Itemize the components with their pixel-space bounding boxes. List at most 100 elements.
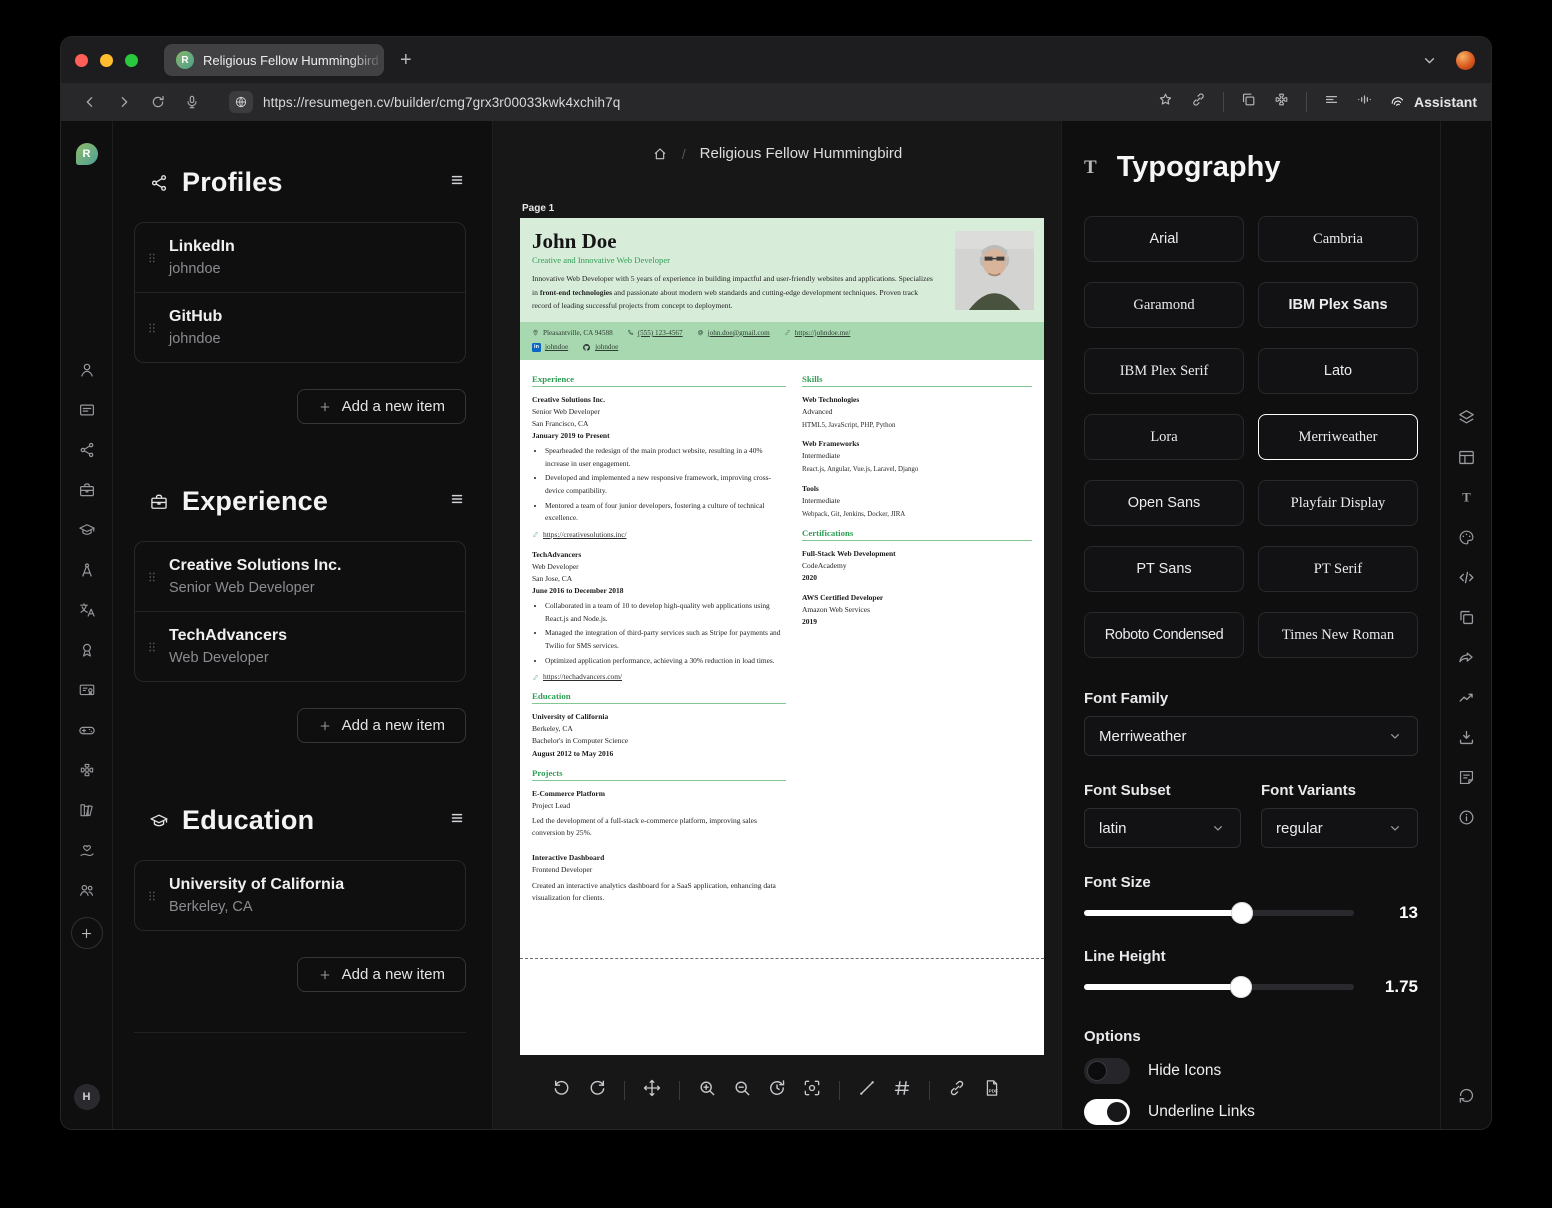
font-option-ibm-plex-serif[interactable]: IBM Plex Serif [1084,348,1244,394]
profiles-icon[interactable] [78,441,96,459]
statistics-icon[interactable] [1457,688,1476,707]
history-icon[interactable] [1457,1086,1476,1105]
user-avatar[interactable]: H [74,1084,100,1110]
contact-email[interactable]: john.doe@gmail.com [697,329,770,337]
font-option-lora[interactable]: Lora [1084,414,1244,460]
maximize-window-button[interactable] [125,54,138,67]
experience-icon[interactable] [78,481,96,499]
contact-linkedin[interactable]: injohndoe [532,343,568,352]
layout-icon[interactable] [1457,448,1476,467]
browser-tab[interactable]: R Religious Fellow Hummingbird [164,44,384,76]
slider-thumb[interactable] [1231,902,1253,924]
summary-icon[interactable] [78,401,96,419]
microphone-icon[interactable] [177,87,207,117]
awards-icon[interactable] [78,641,96,659]
assistant-button[interactable]: Assistant [1389,94,1477,111]
font-option-ibm-plex-sans[interactable]: IBM Plex Sans [1258,282,1418,328]
contact-website[interactable]: https://johndoe.me/ [784,329,851,337]
projects-icon[interactable] [78,761,96,779]
list-item[interactable]: TechAdvancers Web Developer [135,611,465,681]
undo-icon[interactable] [552,1078,572,1103]
section-menu-icon[interactable] [448,809,466,832]
font-size-slider[interactable] [1084,900,1354,926]
download-pdf-icon[interactable] [982,1078,1002,1103]
add-new-item-button[interactable]: Add a new item [297,389,466,424]
reset-zoom-icon[interactable] [767,1078,787,1103]
address-bar[interactable]: https://resumegen.cv/builder/cmg7grx3r00… [263,95,620,110]
certifications-icon[interactable] [78,681,96,699]
forward-icon[interactable] [109,87,139,117]
font-option-playfair-display[interactable]: Playfair Display [1258,480,1418,526]
hide-icons-toggle[interactable] [1084,1058,1130,1084]
page-break-line-icon[interactable] [857,1078,877,1103]
resume-page[interactable]: John Doe Creative and Innovative Web Dev… [520,218,1044,1055]
slider-thumb[interactable] [1230,976,1252,998]
copy-link-icon[interactable] [1190,91,1207,113]
app-logo[interactable]: R [76,143,98,165]
font-subset-select[interactable]: latin [1084,808,1241,848]
resume-link[interactable]: https://techadvancers.com/ [532,671,786,683]
extensions-icon[interactable] [1273,91,1290,113]
reload-icon[interactable] [143,87,173,117]
drag-handle-icon[interactable] [135,640,169,654]
list-item[interactable]: Creative Solutions Inc. Senior Web Devel… [135,542,465,611]
contact-phone[interactable]: (555) 123-4567 [627,329,683,337]
theme-icon[interactable] [1457,528,1476,547]
skills-icon[interactable] [78,561,96,579]
sharing-icon[interactable] [1457,648,1476,667]
font-option-merriweather[interactable]: Merriweather [1258,414,1418,460]
copy-link-icon[interactable] [947,1078,967,1103]
typography-tab-icon[interactable] [1457,488,1476,507]
back-icon[interactable] [75,87,105,117]
reader-mode-icon[interactable] [1323,91,1340,113]
zoom-in-icon[interactable] [697,1078,717,1103]
page-numbers-icon[interactable] [892,1078,912,1103]
font-option-times-new-roman[interactable]: Times New Roman [1258,612,1418,658]
add-new-item-button[interactable]: Add a new item [297,708,466,743]
volunteering-icon[interactable] [78,841,96,859]
tab-list-chevron-icon[interactable] [1421,52,1438,69]
contact-github[interactable]: johndoe [582,343,618,352]
font-option-open-sans[interactable]: Open Sans [1084,480,1244,526]
interests-icon[interactable] [78,721,96,739]
zoom-out-icon[interactable] [732,1078,752,1103]
font-family-select[interactable]: Merriweather [1084,716,1418,756]
information-icon[interactable] [1457,808,1476,827]
font-option-pt-sans[interactable]: PT Sans [1084,546,1244,592]
font-option-garamond[interactable]: Garamond [1084,282,1244,328]
add-new-item-button[interactable]: Add a new item [297,957,466,992]
drag-handle-icon[interactable] [135,889,169,903]
drag-handle-icon[interactable] [135,251,169,265]
drag-handle-icon[interactable] [135,570,169,584]
font-option-lato[interactable]: Lato [1258,348,1418,394]
section-menu-icon[interactable] [448,490,466,513]
browser-profile-avatar[interactable] [1456,51,1475,70]
notes-icon[interactable] [1457,768,1476,787]
minimize-window-button[interactable] [100,54,113,67]
languages-icon[interactable] [78,601,96,619]
section-menu-icon[interactable] [448,171,466,194]
template-icon[interactable] [1457,408,1476,427]
drag-handle-icon[interactable] [135,321,169,335]
home-icon[interactable] [652,146,668,162]
custom-css-icon[interactable] [1457,568,1476,587]
fit-to-screen-icon[interactable] [802,1078,822,1103]
resume-link[interactable]: https://creativesolutions.inc/ [532,529,786,541]
sidebar-wave-icon[interactable] [1356,91,1373,113]
line-height-slider[interactable] [1084,974,1354,1000]
pan-icon[interactable] [642,1078,662,1103]
publications-icon[interactable] [78,801,96,819]
underline-links-toggle[interactable] [1084,1099,1130,1125]
list-item[interactable]: University of California Berkeley, CA [135,861,465,930]
page-icon[interactable] [1457,608,1476,627]
export-icon[interactable] [1457,728,1476,747]
tab-overview-icon[interactable] [1240,91,1257,113]
font-option-arial[interactable]: Arial [1084,216,1244,262]
references-icon[interactable] [78,881,96,899]
font-option-roboto-condensed[interactable]: Roboto Condensed [1084,612,1244,658]
basics-icon[interactable] [78,361,96,379]
close-window-button[interactable] [75,54,88,67]
education-icon[interactable] [78,521,96,539]
list-item[interactable]: GitHub johndoe [135,292,465,362]
font-option-cambria[interactable]: Cambria [1258,216,1418,262]
